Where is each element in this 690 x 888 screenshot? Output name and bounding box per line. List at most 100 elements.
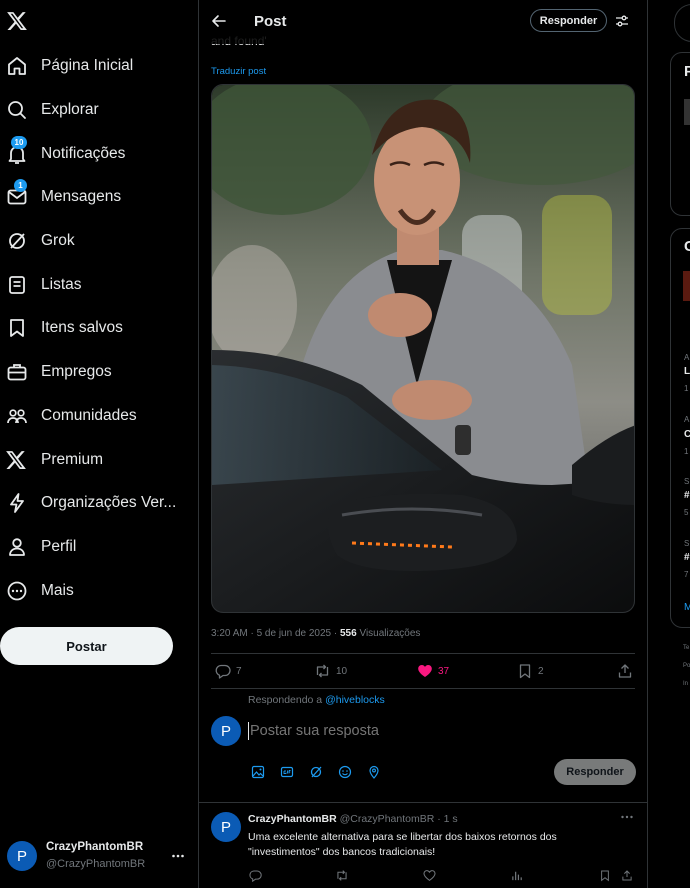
nav-label: Mais <box>41 582 74 599</box>
location-icon[interactable] <box>367 765 381 779</box>
emoji-icon[interactable] <box>338 765 352 779</box>
trends-title-fragment: C <box>684 238 690 255</box>
trend-fragment: 5 <box>684 508 689 517</box>
sliders-icon[interactable] <box>615 14 629 28</box>
nav-more[interactable]: Mais <box>0 573 190 609</box>
reply-avatar[interactable]: P <box>211 812 241 842</box>
nav-bookmarks[interactable]: Itens salvos <box>0 310 190 346</box>
nav-jobs[interactable]: Empregos <box>0 354 190 390</box>
heart-filled-icon <box>418 665 432 677</box>
nav-explore[interactable]: Explorar <box>0 92 190 128</box>
post-timestamp: 3:20 AM · 5 de jun de 2025 · <box>211 628 340 639</box>
grok-icon[interactable] <box>309 765 323 779</box>
more-icon[interactable] <box>620 812 634 822</box>
x-logo-icon[interactable] <box>6 10 30 34</box>
nav-messages[interactable]: 1 Mensagens <box>0 179 190 215</box>
trend-fragment: S <box>684 477 690 486</box>
photo-illustration <box>212 85 634 612</box>
main-column: and found' Traduzir post Post Responder <box>198 0 648 888</box>
repost-count: 10 <box>336 665 348 677</box>
reply-views-icon[interactable] <box>511 869 524 882</box>
reply-header: CrazyPhantomBR @CrazyPhantomBR · 1 s <box>248 813 458 825</box>
reply-text: Uma excelente alternativa para se libert… <box>248 831 557 858</box>
translate-post-link[interactable]: Traduzir post <box>211 66 266 77</box>
reply-reply-icon[interactable] <box>249 869 262 882</box>
share-action[interactable] <box>617 663 638 679</box>
views-count: 556 <box>339 628 357 639</box>
right-sidebar: P C A L 1 A C 1 S # 5 S # 7 M Te Po In <box>648 0 690 888</box>
nav-home[interactable]: Página Inicial <box>0 48 190 84</box>
briefcase-icon <box>5 360 29 384</box>
x-logo-icon <box>5 448 29 472</box>
nav-verified-orgs[interactable]: Organizações Ver... <box>0 485 190 521</box>
nav-label: Explorar <box>41 101 99 118</box>
trend-fragment[interactable]: # <box>684 490 690 501</box>
reply-repost-icon[interactable] <box>335 869 349 882</box>
replying-to-handle[interactable]: @hiveblocks <box>325 694 385 706</box>
repost-action[interactable]: 10 <box>314 663 347 679</box>
trend-fragment[interactable]: C <box>684 429 690 440</box>
reply-tweet[interactable]: P CrazyPhantomBR @CrazyPhantomBR · 1 s U… <box>199 803 647 888</box>
back-arrow-icon[interactable] <box>211 13 227 29</box>
trend-fragment[interactable]: L <box>684 366 690 377</box>
reply-share-icon[interactable] <box>621 869 633 882</box>
trend-fragment: 1 <box>684 384 689 393</box>
bookmark-action[interactable]: 2 <box>517 663 544 679</box>
bookmark-icon <box>519 664 531 679</box>
premium-card: P <box>670 52 690 216</box>
post-header: Post Responder <box>199 0 647 44</box>
footer-link-fragment[interactable]: Te <box>683 645 689 651</box>
post-meta: 3:20 AM · 5 de jun de 2025 · 556 Visuali… <box>211 628 420 639</box>
repost-icon <box>316 664 329 678</box>
nav-label: Itens salvos <box>41 319 123 336</box>
lightning-icon <box>5 491 29 515</box>
nav-profile[interactable]: Perfil <box>0 529 190 565</box>
reply-action[interactable]: 7 <box>215 663 242 679</box>
bookmark-icon <box>5 316 29 340</box>
post-button[interactable]: Postar <box>0 627 173 665</box>
image-icon[interactable] <box>251 765 265 779</box>
like-action[interactable]: 37 <box>417 663 449 679</box>
composer-avatar[interactable]: P <box>211 716 241 746</box>
views-label: Visualizações <box>356 628 421 639</box>
nav-label: Página Inicial <box>41 57 134 74</box>
reply-like-icon[interactable] <box>423 869 436 882</box>
nav-premium[interactable]: Premium <box>0 442 190 478</box>
reply-time: · 1 s <box>434 813 458 825</box>
bookmark-count: 2 <box>538 665 544 677</box>
divider <box>211 653 635 654</box>
replying-to: Respondendo a @hiveblocks <box>248 694 385 706</box>
show-more-fragment[interactable]: M <box>684 602 690 613</box>
home-icon <box>5 54 29 78</box>
nav-communities[interactable]: Comunidades <box>0 398 190 434</box>
trend-fragment[interactable]: # <box>684 552 690 563</box>
account-switcher[interactable]: P CrazyPhantomBR @CrazyPhantomBR <box>7 840 192 876</box>
text-cursor <box>248 722 249 740</box>
nav-grok[interactable]: Grok <box>0 223 190 259</box>
trend-fragment: A <box>684 415 690 424</box>
reply-count: 7 <box>236 665 242 677</box>
reply-author-name[interactable]: CrazyPhantomBR <box>248 813 337 825</box>
search-box[interactable] <box>674 4 690 42</box>
gif-icon[interactable] <box>280 765 294 779</box>
trends-card: C A L 1 A C 1 S # 5 S # 7 M <box>670 228 690 628</box>
reply-bookmark-icon[interactable] <box>599 869 611 882</box>
composer-toolbar <box>251 765 381 779</box>
reply-header-button[interactable]: Responder <box>530 9 607 32</box>
nav-notifications[interactable]: 10 Notificações <box>0 136 190 172</box>
trend-image <box>683 271 690 301</box>
bell-icon: 10 <box>5 136 29 166</box>
footer-link-fragment[interactable]: In <box>683 681 688 687</box>
nav-label: Empregos <box>41 363 112 380</box>
search-icon <box>5 98 29 122</box>
post-image[interactable] <box>211 84 635 613</box>
nav-label: Perfil <box>41 538 77 555</box>
footer-link-fragment[interactable]: Po <box>683 663 690 669</box>
reply-author-handle[interactable]: @CrazyPhantomBR <box>340 813 435 825</box>
more-circle-icon <box>5 579 29 603</box>
reply-input[interactable] <box>250 720 620 742</box>
sidebar: Página Inicial Explorar 10 Notificações … <box>0 0 198 888</box>
nav-lists[interactable]: Listas <box>0 267 190 303</box>
reply-submit-button[interactable]: Responder <box>554 759 636 785</box>
page-title: Post <box>254 13 287 30</box>
